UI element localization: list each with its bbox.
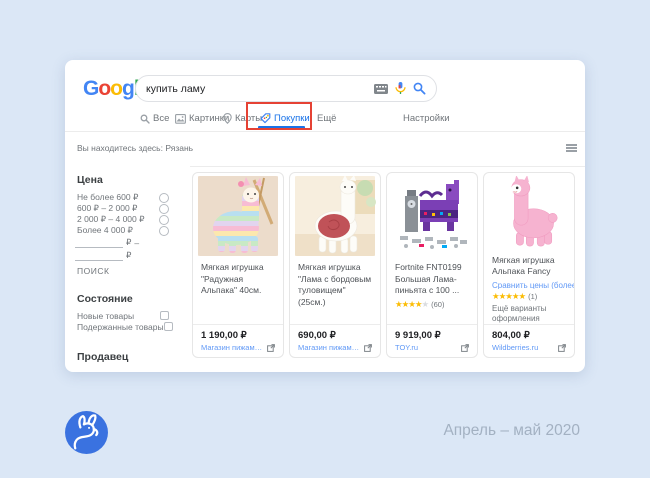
product-title[interactable]: Fortnite FNT0199 Большая Лама-пиньята с … (387, 256, 477, 297)
price-max-row: ₽ (75, 250, 171, 261)
price-option-row[interactable]: 2 000 ₽ – 4 000 ₽ (77, 214, 169, 225)
condition-option-label: Новые товары (77, 311, 160, 321)
product-price: 690,00 ₽ (298, 330, 372, 341)
price-option-row[interactable]: 600 ₽ – 2 000 ₽ (77, 203, 169, 214)
product-footer: 690,00 ₽ Магазин пижам кигуру… (290, 324, 380, 357)
list-view-icon[interactable] (566, 144, 577, 153)
product-rating: ★★★★★(60) (387, 297, 477, 310)
product-seller-link[interactable]: Магазин пижам кигуру… (201, 343, 275, 352)
images-icon (175, 114, 186, 124)
product-card[interactable]: Мягкая игрушка "Лама с бордовым туловище… (289, 172, 381, 358)
logo-letter: G (83, 77, 98, 100)
price-min-row: ₽ – (75, 237, 171, 248)
seller-name: Wildberries.ru (492, 343, 555, 352)
range-dash: – (134, 238, 139, 248)
logo-letter: o (98, 77, 110, 100)
logo-letter: o (110, 77, 122, 100)
filter-price-title: Цена (77, 174, 103, 186)
radio-button[interactable] (159, 193, 169, 203)
search-bar[interactable] (135, 75, 437, 102)
product-card[interactable]: Fortnite FNT0199 Большая Лама-пиньята с … (386, 172, 478, 358)
external-link-icon (267, 344, 275, 352)
search-icon (140, 114, 150, 124)
product-title[interactable]: Мягкая игрушка Альпака Fancy (484, 249, 574, 278)
product-rating: ★★★★★(1) (484, 289, 574, 302)
product-card[interactable]: Мягкая игрушка Альпака Fancy Сравнить це… (483, 172, 575, 358)
price-option-label: Более 4 000 ₽ (77, 225, 159, 236)
filter-condition-title: Состояние (77, 293, 133, 305)
product-seller-link[interactable]: Wildberries.ru (492, 343, 566, 352)
product-image-maroon-llama[interactable] (293, 176, 377, 256)
seller-name: Магазин пижам кигуру… (298, 343, 361, 352)
tab-label: Все (153, 113, 169, 124)
product-price: 804,00 ₽ (492, 330, 566, 341)
condition-option-row[interactable]: Подержанные товары (77, 321, 169, 332)
stars-empty: ★ (421, 299, 428, 309)
product-image-rainbow-alpaca[interactable] (196, 176, 280, 256)
price-max-input[interactable] (75, 251, 123, 261)
settings-button[interactable]: Настройки (403, 113, 450, 124)
product-footer: 1 190,00 ₽ Магазин пижам кигуру… (193, 324, 283, 357)
date-label: Апрель – май 2020 (443, 422, 580, 440)
rating-count: (1) (528, 292, 537, 301)
llama-brand-logo (64, 410, 109, 455)
radio-button[interactable] (159, 226, 169, 236)
price-min-input[interactable] (75, 238, 123, 248)
logo-letter: g (122, 77, 134, 100)
currency-label: ₽ (126, 237, 131, 248)
search-submit-icon[interactable] (413, 82, 426, 95)
price-option-row[interactable]: Более 4 000 ₽ (77, 225, 169, 236)
price-search-button[interactable]: ПОИСК (77, 266, 109, 276)
compare-prices-link[interactable]: Сравнить цены (более 5… (484, 278, 574, 289)
condition-option-label: Подержанные товары (77, 322, 164, 332)
seller-name: TOY.ru (395, 343, 458, 352)
product-image-pink-alpaca[interactable] (487, 176, 571, 249)
external-link-icon (461, 344, 469, 352)
condition-option-row[interactable]: Новые товары (77, 310, 169, 321)
more-variants-text: Ещё варианты оформления (484, 302, 574, 324)
settings-label: Настройки (403, 113, 450, 124)
search-input[interactable] (146, 83, 367, 95)
map-pin-icon (223, 113, 232, 124)
location-text: Вы находитесь здесь: Рязань (77, 143, 193, 153)
external-link-icon (364, 344, 372, 352)
product-grid: Мягкая игрушка "Радужная Альпака" 40см. … (192, 172, 575, 358)
product-title[interactable]: Мягкая игрушка "Радужная Альпака" 40см. (193, 256, 283, 297)
keyboard-icon[interactable] (374, 84, 388, 94)
stars-filled: ★★★★ (395, 299, 421, 309)
tab-more[interactable]: Ещё (317, 113, 336, 124)
product-footer: 804,00 ₽ Wildberries.ru (484, 324, 574, 357)
filter-seller-title: Продавец (77, 351, 128, 363)
price-option-label: 600 ₽ – 2 000 ₽ (77, 203, 159, 214)
rating-count: (60) (431, 300, 444, 309)
google-shopping-window: Google (65, 60, 585, 372)
product-image-fortnite-pinata[interactable] (390, 176, 474, 256)
product-price: 9 919,00 ₽ (395, 330, 469, 341)
checkbox[interactable] (160, 311, 169, 320)
screenshot-frame: Google (0, 0, 650, 478)
seller-name: Магазин пижам кигуру… (201, 343, 264, 352)
product-seller-link[interactable]: Магазин пижам кигуру… (298, 343, 372, 352)
radio-button[interactable] (159, 204, 169, 214)
currency-label: ₽ (126, 250, 131, 261)
stars-filled: ★★★★★ (492, 291, 525, 301)
radio-button[interactable] (159, 215, 169, 225)
external-link-icon (558, 344, 566, 352)
product-card[interactable]: Мягкая игрушка "Радужная Альпака" 40см. … (192, 172, 284, 358)
product-seller-link[interactable]: TOY.ru (395, 343, 469, 352)
header-divider (65, 131, 585, 132)
mic-icon[interactable] (395, 82, 406, 95)
product-footer: 9 919,00 ₽ TOY.ru (387, 324, 477, 357)
checkbox[interactable] (164, 322, 173, 331)
results-divider (190, 166, 585, 167)
product-price: 1 190,00 ₽ (201, 330, 275, 341)
price-option-label: Не более 600 ₽ (77, 192, 159, 203)
tab-images[interactable]: Картинки (175, 113, 229, 124)
price-option-label: 2 000 ₽ – 4 000 ₽ (77, 214, 159, 225)
tab-label: Ещё (317, 113, 336, 124)
price-option-row[interactable]: Не более 600 ₽ (77, 192, 169, 203)
tab-all[interactable]: Все (140, 113, 169, 124)
product-title[interactable]: Мягкая игрушка "Лама с бордовым туловище… (290, 256, 380, 308)
red-annotation-box (246, 102, 312, 130)
